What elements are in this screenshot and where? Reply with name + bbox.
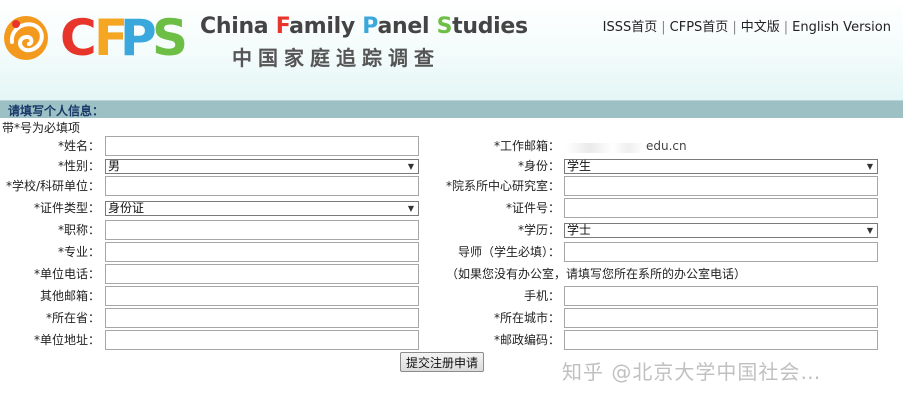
cfps-swirl-logo-icon: [4, 16, 48, 60]
identity-selected-value: 学生: [567, 159, 592, 173]
work-address-input[interactable]: [105, 330, 419, 350]
section-header-bar: 请填写个人信息：: [0, 100, 903, 118]
department-label: *院系所中心研究室：: [445, 179, 560, 193]
major-label: *专业：: [57, 245, 100, 259]
work-address-label: *单位地址：: [33, 333, 100, 347]
title-label: *职称：: [57, 223, 100, 237]
id-type-selected-value: 身份证: [108, 201, 145, 215]
advisor-label: 导师（学生必填）：: [457, 245, 560, 259]
other-email-label: 其他邮箱：: [39, 289, 100, 303]
office-phone-hint: （如果您没有办公室，请填写您所在系所的办公室电话）: [446, 267, 747, 281]
identity-select[interactable]: 学生 ▼: [564, 159, 878, 174]
id-type-select[interactable]: 身份证 ▼: [105, 201, 419, 216]
school-input[interactable]: [105, 176, 419, 196]
redacted-email-text: [566, 143, 644, 153]
top-navigation: ISSS首页 | CFPS首页 | 中文版 | English Version: [603, 16, 891, 35]
city-label: *所在城市：: [493, 311, 560, 325]
major-input[interactable]: [105, 242, 419, 262]
education-selected-value: 学士: [567, 223, 592, 237]
advisor-input[interactable]: [564, 242, 878, 262]
id-type-label: *证件类型：: [33, 201, 100, 215]
submit-registration-button[interactable]: 提交注册申请: [400, 352, 484, 372]
section-title: 请填写个人信息：: [8, 104, 105, 118]
nav-link-chinese[interactable]: 中文版: [741, 20, 780, 35]
department-input[interactable]: [564, 176, 878, 196]
logo-letter-s: S: [152, 9, 188, 67]
title-input[interactable]: [105, 220, 419, 240]
education-label: *学历：: [517, 223, 560, 237]
id-number-input[interactable]: [564, 198, 878, 218]
mobile-label: 手机：: [523, 289, 560, 303]
gender-select[interactable]: 男 ▼: [105, 159, 419, 174]
name-label: *姓名：: [57, 139, 100, 153]
province-input[interactable]: [105, 308, 419, 328]
logo-letter-p: P: [120, 9, 157, 67]
dropdown-arrow-icon: ▼: [866, 162, 873, 171]
education-select[interactable]: 学士 ▼: [564, 223, 878, 238]
nav-link-english[interactable]: English Version: [792, 20, 891, 35]
nav-separator: |: [732, 20, 737, 35]
nav-separator: |: [783, 20, 789, 35]
nav-link-cfps-home[interactable]: CFPS首页: [670, 20, 729, 35]
site-title-english: China Family Panel Studies: [200, 14, 528, 39]
postcode-input[interactable]: [564, 330, 878, 350]
identity-label: *身份：: [517, 159, 560, 173]
city-input[interactable]: [564, 308, 878, 328]
work-email-value[interactable]: edu.cn: [646, 136, 687, 156]
work-phone-label: *单位电话：: [33, 267, 100, 281]
nav-link-isss-home[interactable]: ISSS首页: [603, 20, 658, 35]
school-label: *学校/科研单位：: [5, 179, 100, 193]
work-email-label: *工作邮箱：: [493, 139, 560, 153]
dropdown-arrow-icon: ▼: [866, 226, 873, 235]
required-fields-note: 带*号为必填项: [2, 121, 81, 135]
dropdown-arrow-icon: ▼: [407, 162, 414, 171]
other-email-input[interactable]: [105, 286, 419, 306]
postcode-label: *邮政编码：: [493, 333, 560, 347]
name-input[interactable]: [105, 136, 419, 156]
site-title-chinese: 中国家庭追踪调查: [232, 46, 440, 70]
nav-separator: |: [661, 20, 666, 35]
site-header: C F P S China Family Panel Studies 中国家庭追…: [0, 0, 903, 100]
gender-selected-value: 男: [108, 159, 121, 173]
logo-letter-c: C: [60, 9, 97, 67]
watermark-text: 知乎 @北京大学中国社会…: [562, 360, 822, 384]
mobile-input[interactable]: [564, 286, 878, 306]
dropdown-arrow-icon: ▼: [407, 204, 414, 213]
gender-label: *性别：: [57, 159, 100, 173]
id-number-label: *证件号：: [505, 201, 560, 215]
province-label: *所在省：: [45, 311, 100, 325]
work-phone-input[interactable]: [105, 264, 419, 284]
